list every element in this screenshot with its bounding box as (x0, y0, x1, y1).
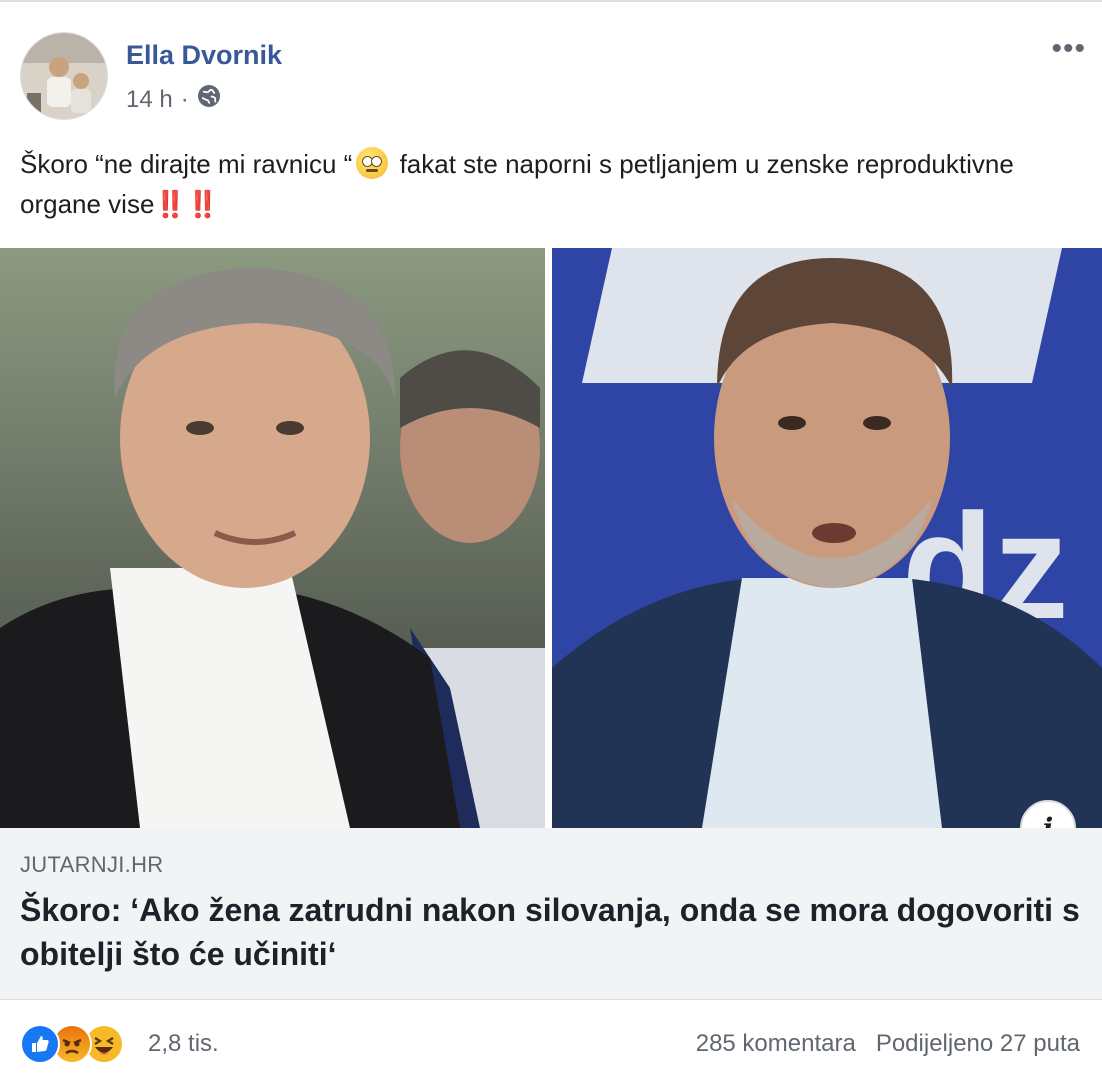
comments-count-link[interactable]: 285 komentara (696, 1030, 856, 1058)
image-divider (545, 248, 552, 828)
link-image-right[interactable]: dz (552, 248, 1102, 828)
author-avatar[interactable] (20, 32, 108, 120)
post-text-part1: Škoro “ne dirajte mi ravnicu “ (20, 149, 353, 179)
more-options-icon[interactable]: ••• (1051, 32, 1086, 66)
post-footer: 2,8 tis. 285 komentara Podijeljeno 27 pu… (0, 1002, 1102, 1080)
reaction-count[interactable]: 2,8 tis. (148, 1030, 219, 1058)
rolling-eyes-emoji-icon (356, 147, 389, 179)
shares-count-link[interactable]: Podijeljeno 27 puta (876, 1030, 1080, 1058)
like-icon (20, 1024, 60, 1064)
post-meta: 14 h · (126, 84, 221, 115)
globe-icon (197, 84, 221, 115)
meta-separator: · (180, 85, 189, 113)
author-name-link[interactable]: Ella Dvornik (126, 40, 282, 71)
link-image-left[interactable] (0, 248, 545, 828)
link-preview[interactable]: JUTARNJI.HR Škoro: ‘Ako žena zatrudni na… (0, 828, 1102, 1000)
post-text: Škoro “ne dirajte mi ravnicu “ fakat ste… (20, 144, 1090, 224)
facebook-post-card: Ella Dvornik 14 h · ••• Škoro “ne dirajt… (0, 0, 1102, 1080)
link-headline[interactable]: Škoro: ‘Ako žena zatrudni nakon silovanj… (20, 888, 1080, 976)
reaction-icons[interactable] (20, 1024, 124, 1064)
post-stats: 285 komentara Podijeljeno 27 puta (696, 1030, 1080, 1058)
link-domain: JUTARNJI.HR (20, 852, 164, 877)
post-timestamp[interactable]: 14 h (126, 86, 173, 114)
